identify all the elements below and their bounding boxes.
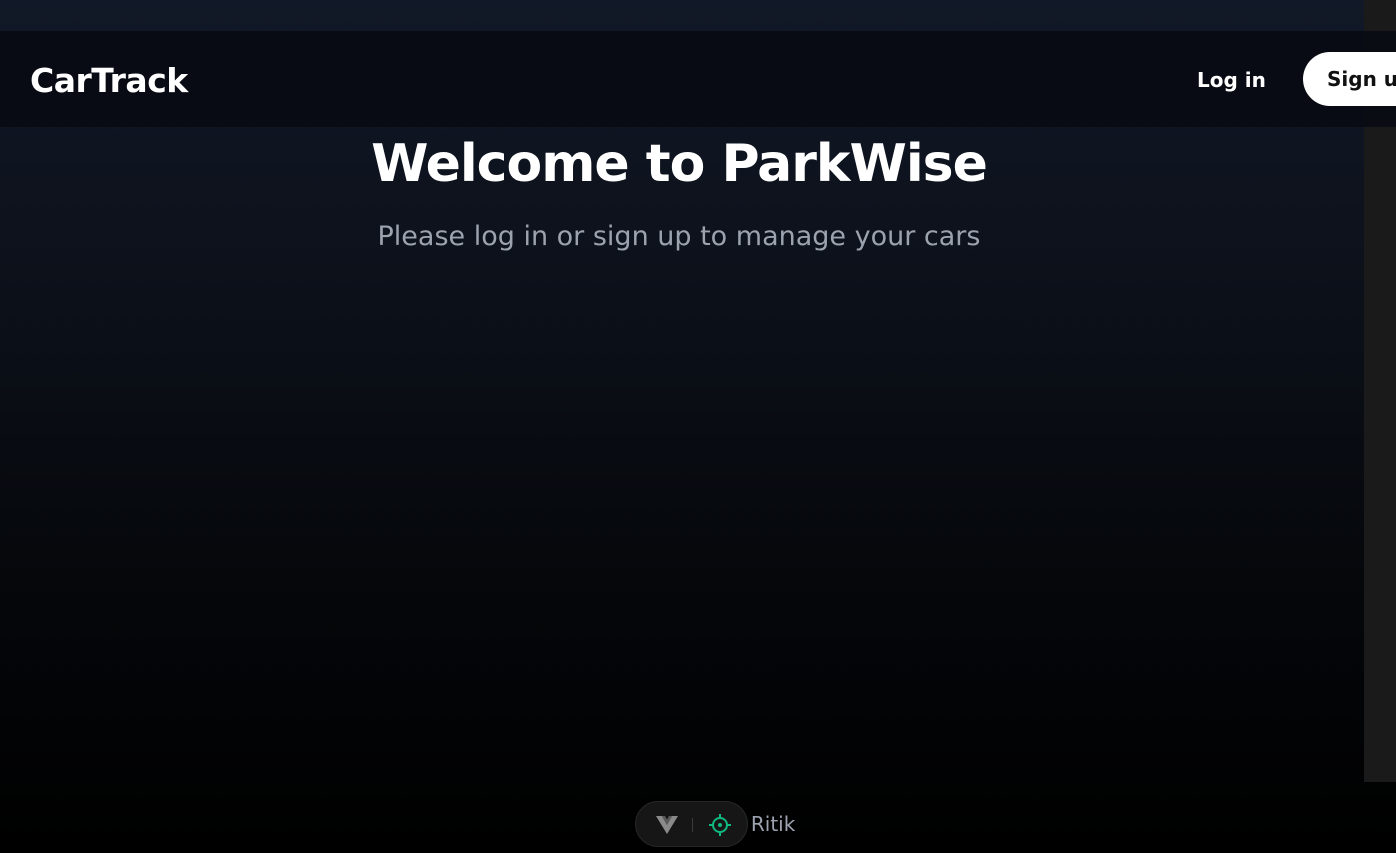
devtools-divider bbox=[692, 818, 693, 832]
target-icon[interactable] bbox=[708, 813, 732, 837]
signup-button[interactable]: Sign up bbox=[1303, 52, 1396, 106]
devtools-toolbar bbox=[635, 801, 748, 847]
brand-logo[interactable]: CarTrack bbox=[30, 61, 188, 101]
vue-logo-icon[interactable] bbox=[655, 815, 679, 835]
page-title: Welcome to ParkWise bbox=[371, 134, 988, 194]
app-viewport: Welcome to ParkWise Please log in or sig… bbox=[0, 0, 1364, 853]
navbar: CarTrack Log in Sign up bbox=[0, 31, 1396, 127]
page-subtitle: Please log in or sign up to manage your … bbox=[377, 221, 981, 252]
login-link[interactable]: Log in bbox=[1197, 68, 1266, 92]
